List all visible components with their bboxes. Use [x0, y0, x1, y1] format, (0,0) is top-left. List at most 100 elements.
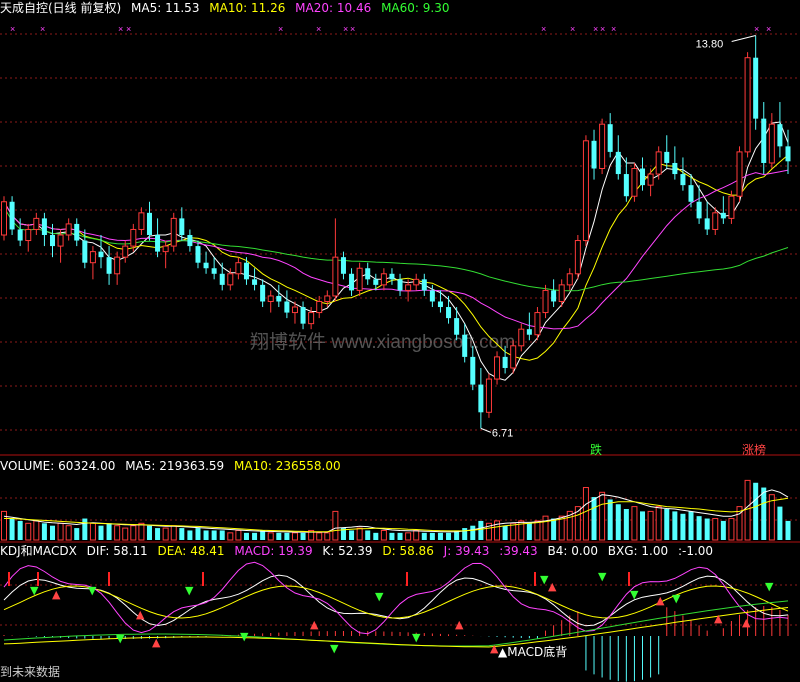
candle-body-down [389, 273, 395, 280]
volume-bar-down [526, 523, 532, 540]
down-arrow-icon: ▼ [116, 632, 125, 645]
down-arrow-icon: ▼ [672, 592, 681, 605]
candle-body-up [332, 256, 339, 297]
up-arrow-icon: ▲ [714, 612, 723, 625]
candle-body-down [446, 307, 452, 319]
high-price-label: 13.80 [696, 39, 724, 51]
x-marker-icon: × [611, 24, 616, 34]
volume-bar-up [316, 532, 323, 541]
candle-body-down [276, 295, 282, 302]
candle-body-up [138, 212, 145, 230]
candle-body-down [478, 384, 484, 413]
down-arrow-icon: ▼ [330, 642, 339, 655]
x-marker-icon: × [541, 24, 546, 34]
candle-body-up [647, 173, 654, 186]
candle-body-up [736, 151, 743, 197]
zhangbang-tag: 涨榜 [742, 443, 767, 457]
x-marker-icon: × [10, 24, 15, 34]
candle-body-up [267, 295, 274, 302]
candle-body-down [470, 356, 476, 385]
x-marker-icon: × [766, 24, 771, 34]
svg-text:翔博软件 www.xiangbosoft.com: 翔博软件 www.xiangbosoft.com [250, 331, 515, 353]
candle-body-down [219, 273, 225, 285]
down-arrow-icon: ▼ [30, 584, 39, 597]
volume-bar-down [74, 528, 80, 540]
volume-bar-down [478, 520, 484, 540]
volume-bar-up [122, 527, 129, 541]
volume-bar-up [380, 529, 387, 541]
die-tag: 跌 [590, 443, 603, 457]
candle-body-down [429, 290, 435, 302]
macd-legend: MACD: 19.39 [234, 544, 313, 558]
candle-body-up [57, 234, 64, 247]
volume-bar-down [203, 530, 209, 540]
d-legend: D: 58.86 [382, 544, 434, 558]
candle-body-up [542, 289, 549, 314]
candle-body-down [591, 140, 597, 169]
x-marker-icon: × [570, 24, 575, 34]
up-arrow-icon: ▲ [136, 608, 145, 621]
volume-bar-up [267, 532, 274, 541]
volume-bar-up [599, 491, 606, 541]
up-arrow-icon: ▲ [548, 580, 557, 593]
watermark: 翔博软件 www.xiangbosoft.com [250, 331, 515, 353]
volume-bar-down [704, 518, 710, 540]
up-arrow-icon: ▲ [742, 616, 751, 629]
candle-body-up [405, 284, 412, 291]
volume-bar-down [761, 487, 767, 540]
candle-body-down [179, 218, 185, 235]
volume-bar-down [785, 520, 791, 540]
ma5-legend: MA5: 11.53 [131, 1, 200, 15]
up-arrow-icon: ▲ [498, 645, 508, 659]
candle-body-up [0, 201, 8, 236]
candle-body-down [49, 235, 56, 247]
candle-body-down [300, 307, 306, 324]
volume-bar-down [106, 523, 112, 540]
candle-body-down [761, 118, 767, 163]
candle-body-up [485, 378, 492, 413]
candle-body-up [582, 140, 589, 242]
volume-bar-down [155, 528, 161, 540]
candle-body-down [454, 318, 460, 335]
candle-body-down [607, 124, 613, 152]
candle-body-down [74, 223, 80, 241]
candle-body-down [17, 229, 23, 241]
down-arrow-icon: ▼ [412, 631, 421, 644]
down-arrow-icon: ▼ [185, 584, 194, 597]
volume-bar-down [591, 497, 597, 540]
volume-bar-up [162, 527, 169, 541]
candle-body-down [640, 168, 646, 186]
candle-body-up [510, 345, 517, 369]
volume-bar-down [462, 528, 468, 540]
signal-tick [108, 572, 110, 586]
volume-bar-down [777, 506, 783, 540]
ma20-legend: MA20: 10.46 [295, 1, 372, 15]
volume-bar-up [57, 522, 64, 541]
volume-bar-down [260, 530, 266, 540]
stock-chart[interactable]: 翔博软件 www.xiangbosoft.com × × × × × × × × × × × × × × ×… [0, 0, 800, 682]
volume-bar-down [421, 532, 427, 540]
volume-bar-up [510, 522, 517, 541]
volume-bar-down [187, 530, 193, 540]
candle-body-down [688, 185, 694, 202]
candle-body-down [155, 235, 161, 252]
volume-bar-down [41, 523, 47, 540]
volume-bar-down [276, 532, 282, 540]
volume-bars [0, 479, 791, 541]
volume-bar-down [429, 532, 435, 540]
volume-bar-down [607, 499, 613, 540]
candle-body-down [615, 151, 621, 175]
volume-bar-down [470, 525, 476, 540]
volume-bar-up [235, 529, 242, 541]
signal-tick [8, 572, 10, 586]
volume-value: VOLUME: 60324.00 [0, 459, 116, 473]
volume-bar-down [349, 530, 355, 540]
volume-legend: VOLUME: 60324.00 MA5: 219363.59 MA10: 23… [0, 459, 347, 473]
candle-body-down [106, 257, 112, 274]
indicator-name: KDJ和MACDX [0, 544, 77, 558]
volume-bar-up [227, 532, 234, 541]
candle-body-down [284, 301, 290, 313]
volume-bar-up [582, 487, 589, 541]
indicator-lines: ▼ ▼ ▼ ▼▼ ▼▼ ▼▼▲▲▲ ▲▲▲▲ ▲▼ ▼ ▼▲ ▼ ▲ [3, 561, 789, 682]
candle-body-up [356, 267, 363, 291]
